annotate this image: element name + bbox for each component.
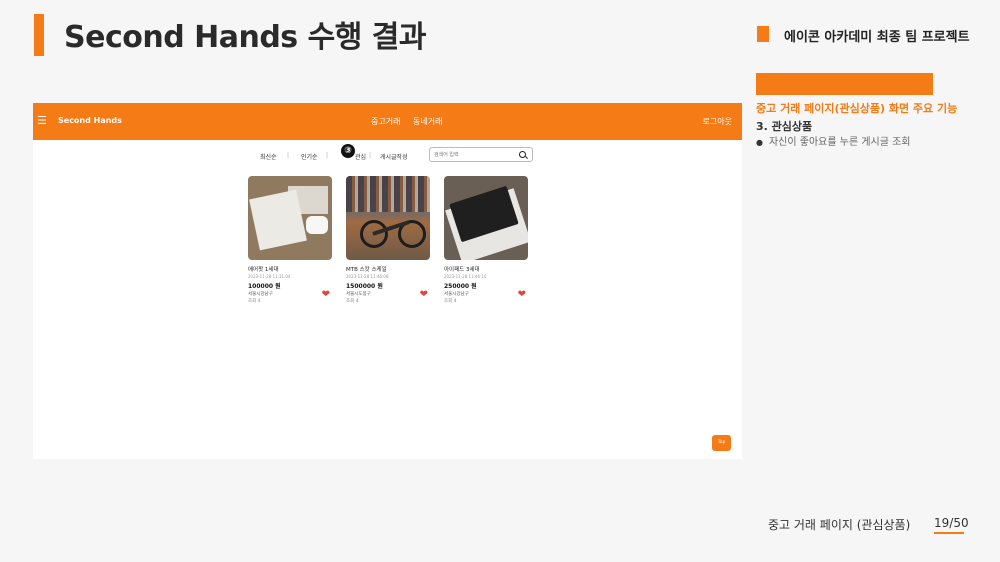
slide-title: Second Hands 수행 결과 xyxy=(64,20,426,55)
page-number: 19/50 xyxy=(934,516,969,530)
write-post-link[interactable]: 게시글작성 xyxy=(380,152,408,161)
title-accent-bar xyxy=(34,14,44,56)
product-name[interactable]: 아이패드 3세대 xyxy=(444,265,528,273)
heart-icon[interactable]: ❤ xyxy=(518,290,526,300)
divider: | xyxy=(287,152,290,159)
side-subheading: 3. 관심상품 xyxy=(756,120,813,133)
bullet-dot-icon: ● xyxy=(756,138,763,147)
brand-logo[interactable]: Second Hands xyxy=(58,116,122,125)
product-image-ipad[interactable] xyxy=(444,176,528,260)
product-price: 250000 원 xyxy=(444,283,477,290)
product-views: 조회 4 xyxy=(444,299,457,304)
product-views: 조회 4 xyxy=(346,299,359,304)
product-name[interactable]: MTB 스캇 스케일 xyxy=(346,265,430,273)
side-heading: 중고 거래 페이지(관심상품) 화면 주요 기능 xyxy=(756,102,958,115)
product-location: 서울시도봉구 xyxy=(346,292,371,297)
side-bullet: ● 자신이 좋아요를 누른 게시글 조회 xyxy=(756,135,916,150)
step-marker: ③ xyxy=(341,144,355,158)
org-accent-mark xyxy=(757,26,769,42)
heart-icon[interactable]: ❤ xyxy=(322,290,330,300)
hamburger-menu-icon[interactable]: ☰ xyxy=(37,114,47,127)
side-bullet-text: 자신이 좋아요를 누른 게시글 조회 xyxy=(768,137,911,148)
divider: | xyxy=(326,152,329,159)
app-screenshot: ☰ Second Hands 중고거래 동네거래 로그아웃 최신순 | 인기순 … xyxy=(33,103,742,459)
app-navbar: ☰ Second Hands 중고거래 동네거래 로그아웃 xyxy=(33,103,742,140)
logout-link[interactable]: 로그아웃 xyxy=(703,116,732,127)
product-location: 서울시강남구 xyxy=(248,292,273,297)
sort-popular[interactable]: 인기순 xyxy=(301,152,318,161)
org-label: 에이콘 아카데미 최종 팀 프로젝트 xyxy=(784,30,970,45)
nav-link-local-trade[interactable]: 동네거래 xyxy=(413,116,442,127)
sort-interest[interactable]: 관심 xyxy=(355,152,366,161)
product-price: 1500000 원 xyxy=(346,283,383,290)
scroll-top-button[interactable]: Top xyxy=(712,435,731,451)
search-box[interactable] xyxy=(429,147,533,162)
product-card[interactable]: 아이패드 3세대 2023-11-28 11:46:16 250000 원 서울… xyxy=(444,176,528,304)
search-icon[interactable] xyxy=(519,151,526,158)
search-input[interactable] xyxy=(434,150,514,160)
product-date: 2023-11-28 11:31:04 xyxy=(248,274,291,279)
side-accent-bar xyxy=(756,73,933,95)
product-card[interactable]: MTB 스캇 스케일 2023-11-28 11:46:08 1500000 원… xyxy=(346,176,430,304)
product-location: 서울시강남구 xyxy=(444,292,469,297)
product-date: 2023-11-28 11:46:16 xyxy=(444,274,487,279)
product-name[interactable]: 에어팟 1세대 xyxy=(248,265,332,273)
product-date: 2023-11-28 11:46:08 xyxy=(346,274,389,279)
divider: | xyxy=(369,152,372,159)
sort-bar: 최신순 | 인기순 | 관심 | 게시글작성 xyxy=(33,148,742,164)
footer-section-label: 중고 거래 페이지 (관심상품) xyxy=(768,518,911,532)
page-number-underline xyxy=(934,532,964,534)
product-image-airpods[interactable] xyxy=(248,176,332,260)
sort-latest[interactable]: 최신순 xyxy=(260,152,277,161)
product-views: 조회 4 xyxy=(248,299,261,304)
product-price: 100000 원 xyxy=(248,283,281,290)
product-card[interactable]: 에어팟 1세대 2023-11-28 11:31:04 100000 원 서울시… xyxy=(248,176,332,304)
product-image-bike[interactable] xyxy=(346,176,430,260)
nav-link-used-trade[interactable]: 중고거래 xyxy=(371,116,400,127)
heart-icon[interactable]: ❤ xyxy=(420,290,428,300)
